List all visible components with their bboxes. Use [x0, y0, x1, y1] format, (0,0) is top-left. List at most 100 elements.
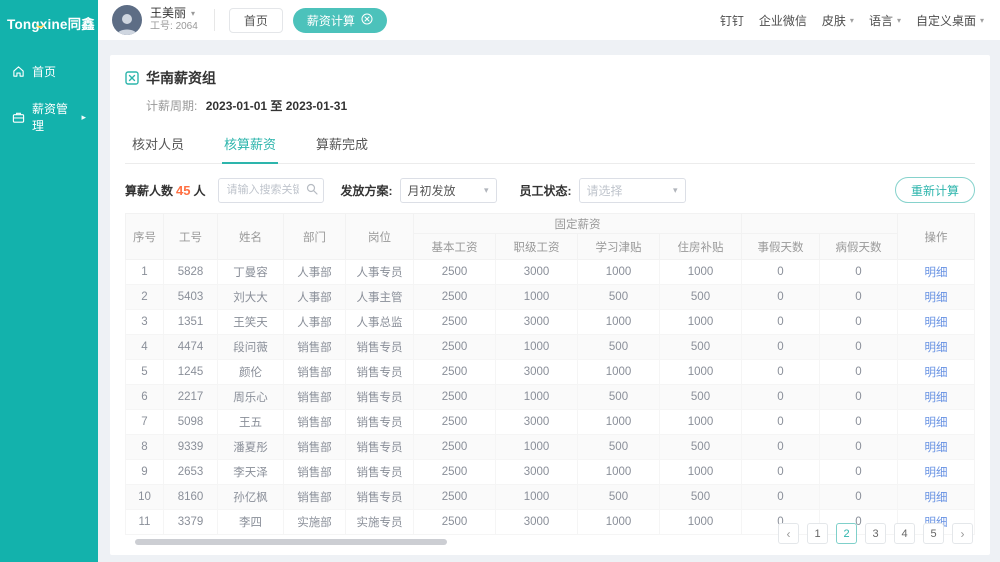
search-box [218, 178, 324, 203]
cell: 8 [126, 435, 164, 460]
next-page-button[interactable]: › [952, 523, 973, 544]
topbar-menu-3[interactable]: 皮肤▾ [822, 12, 854, 29]
detail-link[interactable]: 明细 [925, 467, 948, 479]
chevron-down-icon: ▾ [191, 9, 195, 19]
cell: 0 [820, 335, 898, 360]
tab-1[interactable]: 核对人员 [130, 127, 186, 163]
user-menu[interactable]: 王美丽 ▾ 工号: 2064 [150, 6, 198, 34]
detail-link[interactable]: 明细 [925, 267, 948, 279]
status-select[interactable]: 请选择 ▾ [579, 178, 686, 203]
topbar-divider [214, 9, 215, 31]
sub-column-header: 基本工资 [414, 234, 496, 260]
table-row: 15828丁曼容人事部人事专员250030001000100000明细 [126, 260, 975, 285]
sidebar-item-label: 薪资管理 [32, 100, 74, 134]
column-header: 岗位 [346, 214, 414, 260]
detail-link[interactable]: 明细 [925, 342, 948, 354]
tab-3[interactable]: 算薪完成 [314, 127, 370, 163]
cell: 人事部 [284, 285, 346, 310]
prev-page-button[interactable]: ‹ [778, 523, 799, 544]
cell: 0 [820, 360, 898, 385]
topbar-right-menu: 钉钉企业微信皮肤▾ 语言▾ 自定义桌面▾ [720, 12, 984, 29]
cell: 销售部 [284, 435, 346, 460]
plan-select[interactable]: 月初发放 ▾ [400, 178, 497, 203]
topbar-tab-label: 薪资计算 [307, 12, 355, 29]
payroll-table-wrap: 序号工号姓名部门岗位固定薪资操作基本工资职级工资学习津贴住房补贴事假天数病假天数… [125, 213, 975, 546]
tab-2[interactable]: 核算薪资 [222, 127, 278, 163]
app-root: Tongxine同鑫 首页薪资管理 ▸ 王美丽 ▾ 工号: 2064 [0, 0, 1000, 562]
cell: 0 [820, 285, 898, 310]
detail-link[interactable]: 明细 [925, 367, 948, 379]
plan-label: 发放方案: [341, 182, 393, 199]
pay-period-label: 计薪周期: [146, 99, 197, 113]
cell: 销售部 [284, 335, 346, 360]
cell: 孙亿枫 [218, 485, 284, 510]
cell: 10 [126, 485, 164, 510]
cell-action: 明细 [898, 435, 975, 460]
close-icon[interactable] [361, 13, 373, 28]
cell: 500 [578, 335, 660, 360]
cell: 5828 [164, 260, 218, 285]
cell: 丁曼容 [218, 260, 284, 285]
column-group-header: 固定薪资 [414, 214, 742, 234]
detail-link[interactable]: 明细 [925, 392, 948, 404]
detail-link[interactable]: 明细 [925, 292, 948, 304]
sidebar-item-salary[interactable]: 薪资管理 ▸ [0, 90, 98, 144]
cell: 1000 [660, 310, 742, 335]
cell: 周乐心 [218, 385, 284, 410]
topbar-menu-1[interactable]: 钉钉 [720, 12, 744, 29]
cell: 李四 [218, 510, 284, 535]
cell: 4474 [164, 335, 218, 360]
brand-logo: Tongxine同鑫 [0, 0, 98, 53]
topbar-tab-1[interactable]: 首页 [229, 8, 283, 33]
page-button-5[interactable]: 5 [923, 523, 944, 544]
sidebar-nav: 首页薪资管理 ▸ [0, 53, 98, 144]
page-button-1[interactable]: 1 [807, 523, 828, 544]
page-button-2[interactable]: 2 [836, 523, 857, 544]
cell: 500 [660, 335, 742, 360]
cell: 8160 [164, 485, 218, 510]
employee-no-value: 2064 [176, 21, 198, 32]
cell: 4 [126, 335, 164, 360]
sidebar-item-home[interactable]: 首页 [0, 53, 98, 90]
cell: 0 [742, 385, 820, 410]
sub-column-header: 住房补贴 [660, 234, 742, 260]
chevron-down-icon: ▾ [980, 16, 984, 25]
detail-link[interactable]: 明细 [925, 317, 948, 329]
scrollbar-thumb[interactable] [135, 539, 447, 545]
cell: 1000 [496, 485, 578, 510]
sub-column-header: 病假天数 [820, 234, 898, 260]
column-header: 姓名 [218, 214, 284, 260]
detail-link[interactable]: 明细 [925, 417, 948, 429]
cell: 2500 [414, 335, 496, 360]
cell: 6 [126, 385, 164, 410]
topbar-tab-2[interactable]: 薪资计算 [293, 8, 387, 33]
topbar-menu-4[interactable]: 语言▾ [869, 12, 901, 29]
cell: 0 [742, 435, 820, 460]
cell: 500 [660, 485, 742, 510]
user-name: 王美丽 [150, 6, 186, 21]
cell: 1000 [578, 410, 660, 435]
cell: 3000 [496, 460, 578, 485]
cell: 段问薇 [218, 335, 284, 360]
column-group-empty [742, 214, 898, 234]
topbar-menu-5[interactable]: 自定义桌面▾ [916, 12, 984, 29]
topbar-menu-2[interactable]: 企业微信 [759, 12, 807, 29]
cell: 2500 [414, 285, 496, 310]
cell: 500 [660, 385, 742, 410]
cell: 3000 [496, 360, 578, 385]
recalculate-button[interactable]: 重新计算 [895, 177, 975, 203]
cell: 刘大大 [218, 285, 284, 310]
detail-link[interactable]: 明细 [925, 442, 948, 454]
page-button-4[interactable]: 4 [894, 523, 915, 544]
table-row: 25403刘大大人事部人事主管2500100050050000明细 [126, 285, 975, 310]
avatar[interactable] [112, 5, 142, 35]
cell-action: 明细 [898, 335, 975, 360]
detail-link[interactable]: 明细 [925, 492, 948, 504]
cell: 销售部 [284, 360, 346, 385]
page-button-3[interactable]: 3 [865, 523, 886, 544]
chevron-right-icon: ▸ [81, 112, 86, 123]
cell: 人事主管 [346, 285, 414, 310]
exit-group-icon[interactable] [125, 71, 139, 85]
cell: 0 [742, 310, 820, 335]
column-header-action: 操作 [898, 214, 975, 260]
